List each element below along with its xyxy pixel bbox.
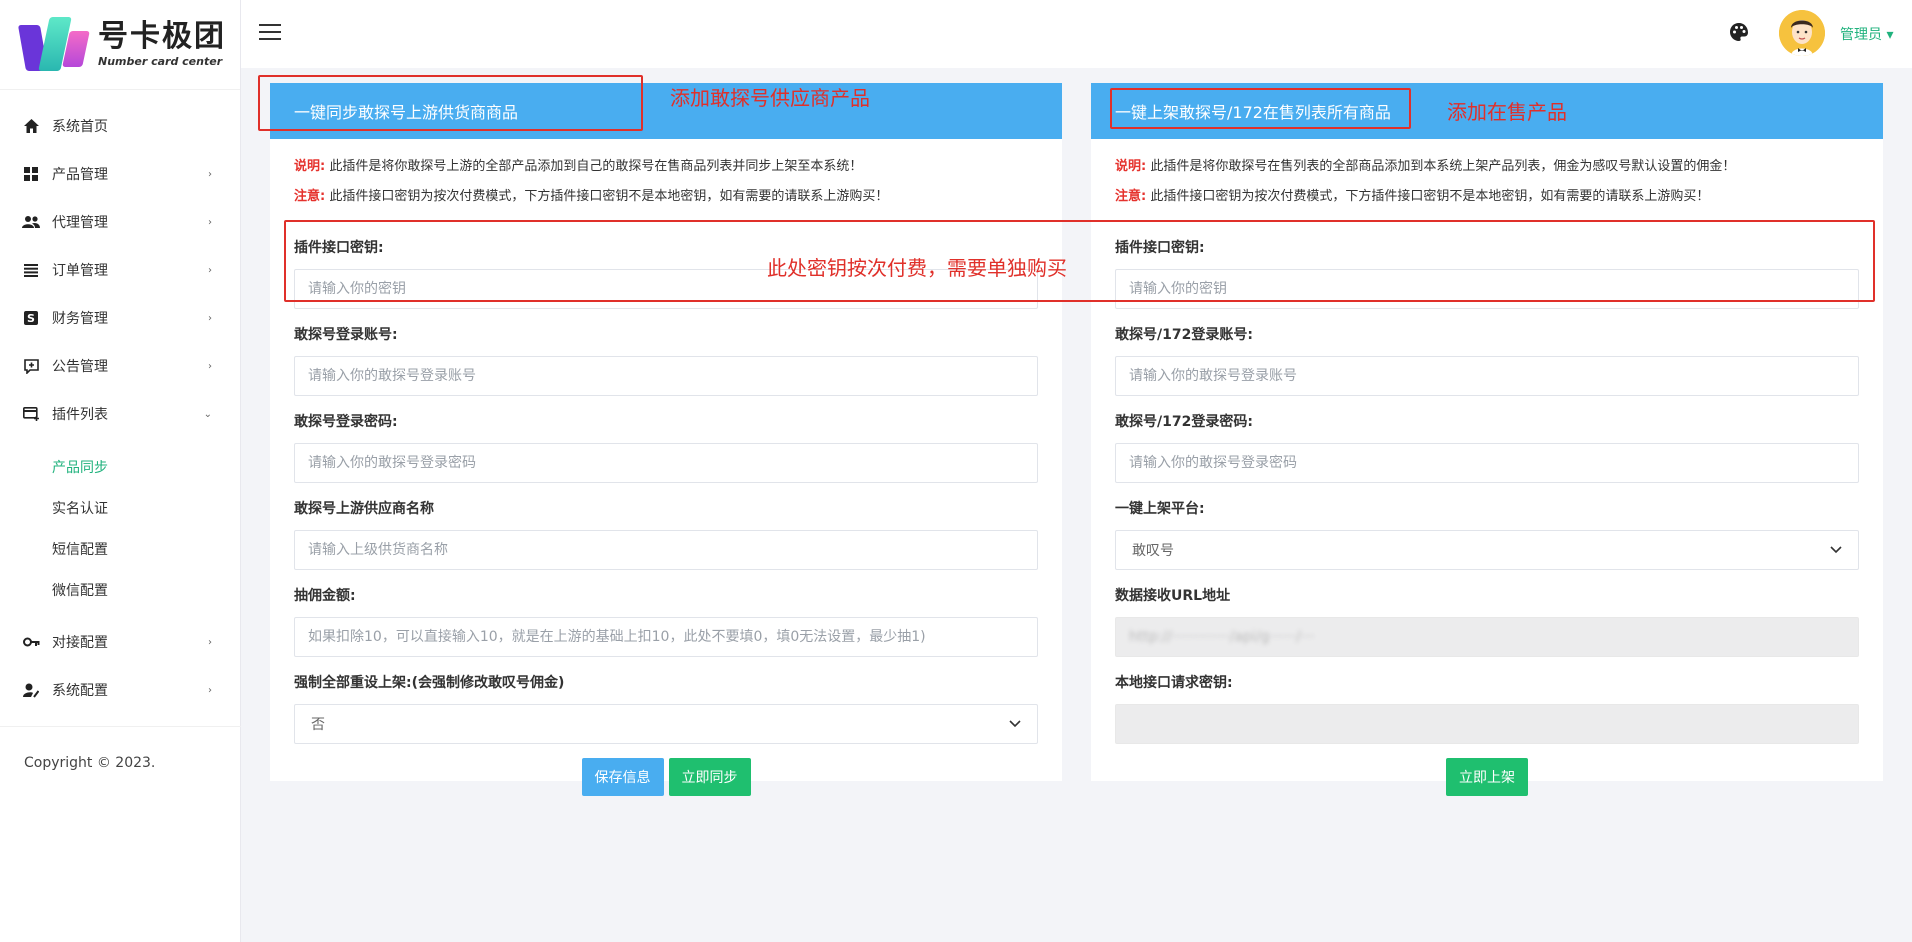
select-value: 否: [311, 717, 325, 733]
warning-note: 注意: 此插件接口密钥为按次付费模式，下方插件接口密钥不是本地密钥，如有需要的请…: [1115, 189, 1710, 204]
field-label: 敢探号登录密码:: [294, 414, 398, 430]
sidebar-item-home[interactable]: 系统首页: [0, 102, 240, 150]
chevron-right-icon: ›: [208, 216, 212, 228]
field-label: 敢探号/172登录账号:: [1115, 327, 1253, 343]
annotation-text-left-title: 添加敢探号供应商产品: [670, 86, 870, 110]
sync-upstream-panel: 一键同步敢探号上游供货商商品 说明: 此插件是将你敢探号上游的全部产品添加到自己…: [270, 83, 1062, 796]
user-menu[interactable]: 管理员 ▾: [1840, 24, 1893, 44]
description-note: 说明: 此插件是将你敢探号在售列表的全部商品添加到本系统上架产品列表，佣金为感叹…: [1115, 159, 1736, 174]
grid-icon: [22, 165, 40, 183]
annotation-box-plugin-key: [284, 220, 1875, 302]
sidebar-item-label: 系统首页: [52, 119, 108, 135]
chevron-right-icon: ›: [208, 636, 212, 648]
field-label: 一键上架平台:: [1115, 501, 1205, 517]
field-label: 敢探号上游供应商名称: [294, 501, 434, 517]
blurred-url-text: http://·············/api/g······/···: [1129, 629, 1315, 645]
svg-text:S: S: [27, 312, 35, 325]
field-label: 本地接口请求密钥:: [1115, 675, 1233, 691]
chevron-right-icon: ›: [208, 684, 212, 696]
field-label: 敢探号/172登录密码:: [1115, 414, 1253, 430]
sidebar-subitem-realname[interactable]: 实名认证: [0, 487, 240, 528]
logo-mark-icon: [17, 16, 90, 73]
chevron-right-icon: ›: [208, 264, 212, 276]
chevron-down-icon: ⌄: [203, 408, 212, 420]
plugins-submenu: 产品同步 实名认证 短信配置 微信配置: [0, 438, 240, 618]
sidebar-item-label: 公告管理: [52, 359, 108, 375]
plugin-icon: [22, 405, 40, 423]
select-value: 敢叹号: [1132, 543, 1174, 559]
key-icon: [22, 633, 40, 651]
sidebar-item-agents[interactable]: 代理管理 ›: [0, 198, 240, 246]
chevron-right-icon: ›: [208, 168, 212, 180]
list-now-button[interactable]: 立即上架: [1446, 758, 1528, 796]
users-icon: [22, 213, 40, 231]
field-label: 敢探号登录账号:: [294, 327, 398, 343]
sidebar-item-label: 系统配置: [52, 683, 108, 699]
callback-url-field: http://·············/api/g······/···: [1115, 617, 1859, 657]
field-label: 数据接收URL地址: [1115, 588, 1231, 604]
chevron-down-icon: [1009, 717, 1021, 731]
sidebar-item-orders[interactable]: 订单管理 ›: [0, 246, 240, 294]
sidebar-item-announcements[interactable]: 公告管理 ›: [0, 342, 240, 390]
supplier-name-input[interactable]: [294, 530, 1038, 570]
force-reset-select[interactable]: 否: [294, 704, 1038, 744]
sidebar-item-integration[interactable]: 对接配置 ›: [0, 618, 240, 666]
sidebar-item-finance[interactable]: S 财务管理 ›: [0, 294, 240, 342]
sidebar-subitem-product-sync[interactable]: 产品同步: [0, 446, 240, 487]
avatar[interactable]: [1779, 10, 1825, 56]
annotation-box-left-title: [258, 75, 643, 131]
brand-title: 号卡极团: [98, 19, 226, 54]
local-key-field: [1115, 704, 1859, 744]
sidebar-item-products[interactable]: 产品管理 ›: [0, 150, 240, 198]
sidebar-item-label: 财务管理: [52, 311, 108, 327]
description-note: 说明: 此插件是将你敢探号上游的全部产品添加到自己的敢探号在售商品列表并同步上架…: [294, 159, 863, 174]
field-label: 抽佣金额:: [294, 588, 356, 604]
list-icon: [22, 261, 40, 279]
warning-note: 注意: 此插件接口密钥为按次付费模式，下方插件接口密钥不是本地密钥，如有需要的请…: [294, 189, 889, 204]
user-settings-icon: [22, 681, 40, 699]
top-header: 管理员 ▾: [241, 0, 1912, 68]
sidebar-item-label: 产品管理: [52, 167, 108, 183]
sidebar-subitem-sms[interactable]: 短信配置: [0, 528, 240, 569]
list-onsale-panel: 一键上架敢探号/172在售列表所有商品 说明: 此插件是将你敢探号在售列表的全部…: [1091, 83, 1883, 796]
sidebar-item-system[interactable]: 系统配置 ›: [0, 666, 240, 714]
home-icon: [22, 117, 40, 135]
save-button[interactable]: 保存信息: [581, 758, 664, 796]
copyright: Copyright © 2023.: [0, 726, 241, 799]
commission-input[interactable]: [294, 617, 1038, 657]
password-input[interactable]: [294, 443, 1038, 483]
sidebar-item-plugins[interactable]: 插件列表 ⌄: [0, 390, 240, 438]
sync-now-button[interactable]: 立即同步: [668, 758, 751, 796]
sidebar-menu: 系统首页 产品管理 › 代理管理 › 订单管理 › S 财务管理 › 公告管理 …: [0, 90, 240, 714]
annotation-text-right-title: 添加在售产品: [1447, 100, 1567, 124]
chevron-right-icon: ›: [208, 360, 212, 372]
sidebar-item-label: 插件列表: [52, 407, 108, 423]
chevron-down-icon: [1830, 543, 1842, 557]
account-input[interactable]: [294, 356, 1038, 396]
brand-subtitle: Number card center: [98, 55, 223, 68]
sidebar: 号卡极团 Number card center 系统首页 产品管理 › 代理管理…: [0, 0, 241, 942]
field-label: 强制全部重设上架:(会强制修改敢叹号佣金): [294, 675, 565, 691]
annotation-text-plugin-key: 此处密钥按次付费，需要单独购买: [767, 256, 1067, 280]
password-input[interactable]: [1115, 443, 1859, 483]
palette-icon[interactable]: [1729, 22, 1751, 44]
announcement-icon: [22, 357, 40, 375]
annotation-box-right-title: [1110, 88, 1411, 129]
brand-logo[interactable]: 号卡极团 Number card center: [0, 0, 240, 90]
platform-select[interactable]: 敢叹号: [1115, 530, 1859, 570]
chevron-right-icon: ›: [208, 312, 212, 324]
menu-toggle-icon[interactable]: [259, 24, 281, 40]
sidebar-item-label: 对接配置: [52, 635, 108, 651]
sidebar-item-label: 订单管理: [52, 263, 108, 279]
sidebar-subitem-wechat[interactable]: 微信配置: [0, 569, 240, 610]
account-input[interactable]: [1115, 356, 1859, 396]
sidebar-item-label: 代理管理: [52, 215, 108, 231]
dollar-icon: S: [22, 309, 40, 327]
